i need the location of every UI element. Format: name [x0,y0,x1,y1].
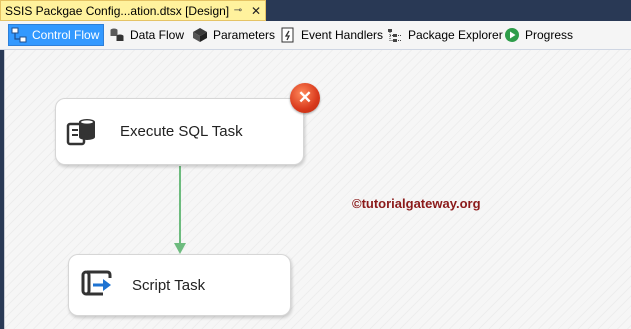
execute-sql-task-icon [66,119,95,146]
watermark-text: ©tutorialgateway.org [352,196,481,211]
execute-sql-task-label: Execute SQL Task [120,123,243,140]
execute-sql-task[interactable]: Execute SQL Task [55,98,304,165]
script-task[interactable]: Script Task [68,254,291,316]
script-task-label: Script Task [132,276,206,294]
error-icon[interactable]: ✕ [290,83,320,113]
script-task-icon [81,270,112,296]
